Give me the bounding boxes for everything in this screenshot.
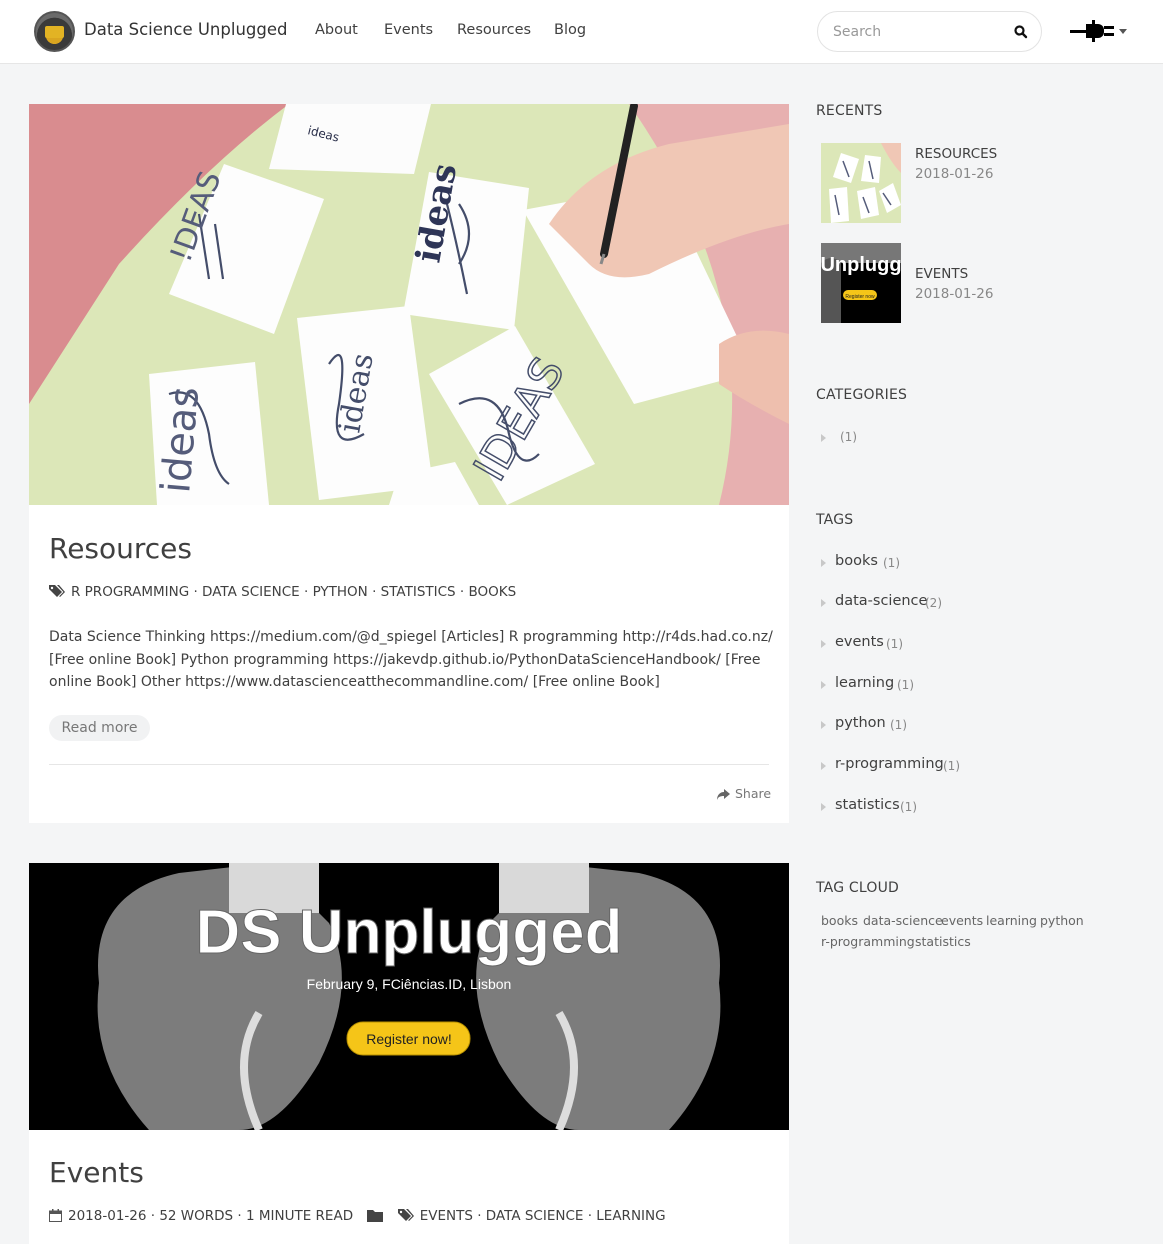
search-icon[interactable] xyxy=(1013,24,1029,40)
nav-events[interactable]: Events xyxy=(384,22,433,38)
post-card-events: DS Unplugged February 9, FCiências.ID, L… xyxy=(29,863,789,1244)
tag-cloud-data-science[interactable]: data-science xyxy=(863,913,943,928)
tag-item-events[interactable]: events xyxy=(835,634,884,650)
ideas-thumbnail xyxy=(821,143,901,223)
post-tag-list[interactable]: EVENTS · DATA SCIENCE · LEARNING xyxy=(420,1208,666,1224)
events-thumbnail: Unplugg Register now xyxy=(821,243,901,323)
nav-resources[interactable]: Resources xyxy=(457,22,531,38)
tag-count: (2) xyxy=(925,596,942,610)
search-input[interactable] xyxy=(833,22,1003,42)
category-count[interactable]: (1) xyxy=(840,430,857,444)
tags-heading: TAGS xyxy=(816,512,854,528)
caret-right-icon xyxy=(821,434,826,442)
caret-right-icon xyxy=(821,599,826,607)
recent-date: 2018-01-26 xyxy=(915,166,994,182)
recent-thumb-resources[interactable] xyxy=(821,143,901,223)
events-banner: DS Unplugged February 9, FCiências.ID, L… xyxy=(29,863,789,1130)
post-card-resources: ideas !DEAS ideas ideas ideas IDEAS Reso… xyxy=(29,104,789,823)
tag-count: (1) xyxy=(900,800,917,814)
tag-count: (1) xyxy=(886,637,903,651)
caret-right-icon xyxy=(821,803,826,811)
banner-subtitle: February 9, FCiências.ID, Lisbon xyxy=(307,976,512,992)
tags-icon xyxy=(49,585,65,597)
caret-right-icon xyxy=(821,762,826,770)
post-tag-list[interactable]: R PROGRAMMING · DATA SCIENCE · PYTHON · … xyxy=(71,584,516,600)
caret-right-icon xyxy=(821,681,826,689)
tag-cloud-events[interactable]: events xyxy=(941,913,983,928)
site-logo[interactable] xyxy=(34,11,75,52)
recent-date: 2018-01-26 xyxy=(915,286,994,302)
tag-count: (1) xyxy=(943,759,960,773)
plug-icon[interactable] xyxy=(1070,20,1116,42)
tag-cloud-python[interactable]: python xyxy=(1040,913,1084,928)
post-image-ideas[interactable]: ideas !DEAS ideas ideas ideas IDEAS xyxy=(29,104,789,505)
tag-cloud-learning[interactable]: learning xyxy=(986,913,1037,928)
tag-item-statistics[interactable]: statistics xyxy=(835,797,900,813)
recent-title-resources[interactable]: RESOURCES xyxy=(915,146,997,162)
post-tags: R PROGRAMMING · DATA SCIENCE · PYTHON · … xyxy=(49,584,516,600)
tag-item-data-science[interactable]: data-science xyxy=(835,593,927,609)
tag-item-python[interactable]: python xyxy=(835,715,886,731)
calendar-icon xyxy=(49,1209,62,1222)
nav-about[interactable]: About xyxy=(315,22,358,38)
share-label: Share xyxy=(735,786,772,801)
post-excerpt: Data Science Thinking https://medium.com… xyxy=(49,629,773,690)
card-divider xyxy=(49,764,769,765)
chevron-down-icon[interactable] xyxy=(1119,29,1127,34)
ideas-word: ideas xyxy=(153,385,208,495)
share-icon xyxy=(717,789,730,800)
tag-cloud-heading: TAG CLOUD xyxy=(816,880,900,896)
thumb-button: Register now xyxy=(845,294,875,300)
thumb-title: Unplugg xyxy=(821,254,901,276)
tags-icon xyxy=(397,1209,414,1221)
tag-count: (1) xyxy=(897,678,914,692)
share-button[interactable]: Share xyxy=(717,786,771,801)
post-image-events-banner[interactable]: DS Unplugged February 9, FCiências.ID, L… xyxy=(29,863,789,1130)
read-more-button[interactable]: Read more xyxy=(49,715,150,741)
tag-item-r-programming[interactable]: r-programming xyxy=(835,756,944,772)
banner-title: DS Unplugged xyxy=(195,898,622,967)
search-box xyxy=(817,11,1042,52)
tag-cloud-statistics[interactable]: statistics xyxy=(915,934,971,949)
banner-register-button[interactable]: Register now! xyxy=(366,1031,452,1047)
tag-count: (1) xyxy=(890,718,907,732)
nav-blog[interactable]: Blog xyxy=(554,22,586,38)
tag-item-books[interactable]: books xyxy=(835,553,878,569)
tag-cloud-r-programming[interactable]: r-programming xyxy=(821,934,915,949)
tag-count: (1) xyxy=(883,556,900,570)
recent-thumb-events[interactable]: Unplugg Register now xyxy=(821,243,901,323)
post-title[interactable]: Events xyxy=(49,1156,144,1189)
categories-heading: CATEGORIES xyxy=(816,387,908,403)
caret-right-icon xyxy=(821,721,826,729)
site-title[interactable]: Data Science Unplugged xyxy=(84,20,287,39)
tag-item-learning[interactable]: learning xyxy=(835,675,894,691)
caret-right-icon xyxy=(821,559,826,567)
tram-icon xyxy=(45,26,64,38)
post-meta: 2018-01-26 · 52 WORDS · 1 MINUTE READ EV… xyxy=(49,1208,666,1224)
post-meta-text: 2018-01-26 · 52 WORDS · 1 MINUTE READ xyxy=(68,1208,354,1224)
recent-title-events[interactable]: EVENTS xyxy=(915,266,968,282)
tag-cloud-books[interactable]: books xyxy=(821,913,858,928)
post-title[interactable]: Resources xyxy=(49,532,192,565)
top-navbar: Data Science Unplugged About Events Reso… xyxy=(0,0,1163,64)
caret-right-icon xyxy=(821,640,826,648)
folder-icon xyxy=(367,1210,384,1222)
recents-heading: RECENTS xyxy=(816,103,883,119)
ideas-illustration: ideas !DEAS ideas ideas ideas IDEAS xyxy=(29,104,789,505)
